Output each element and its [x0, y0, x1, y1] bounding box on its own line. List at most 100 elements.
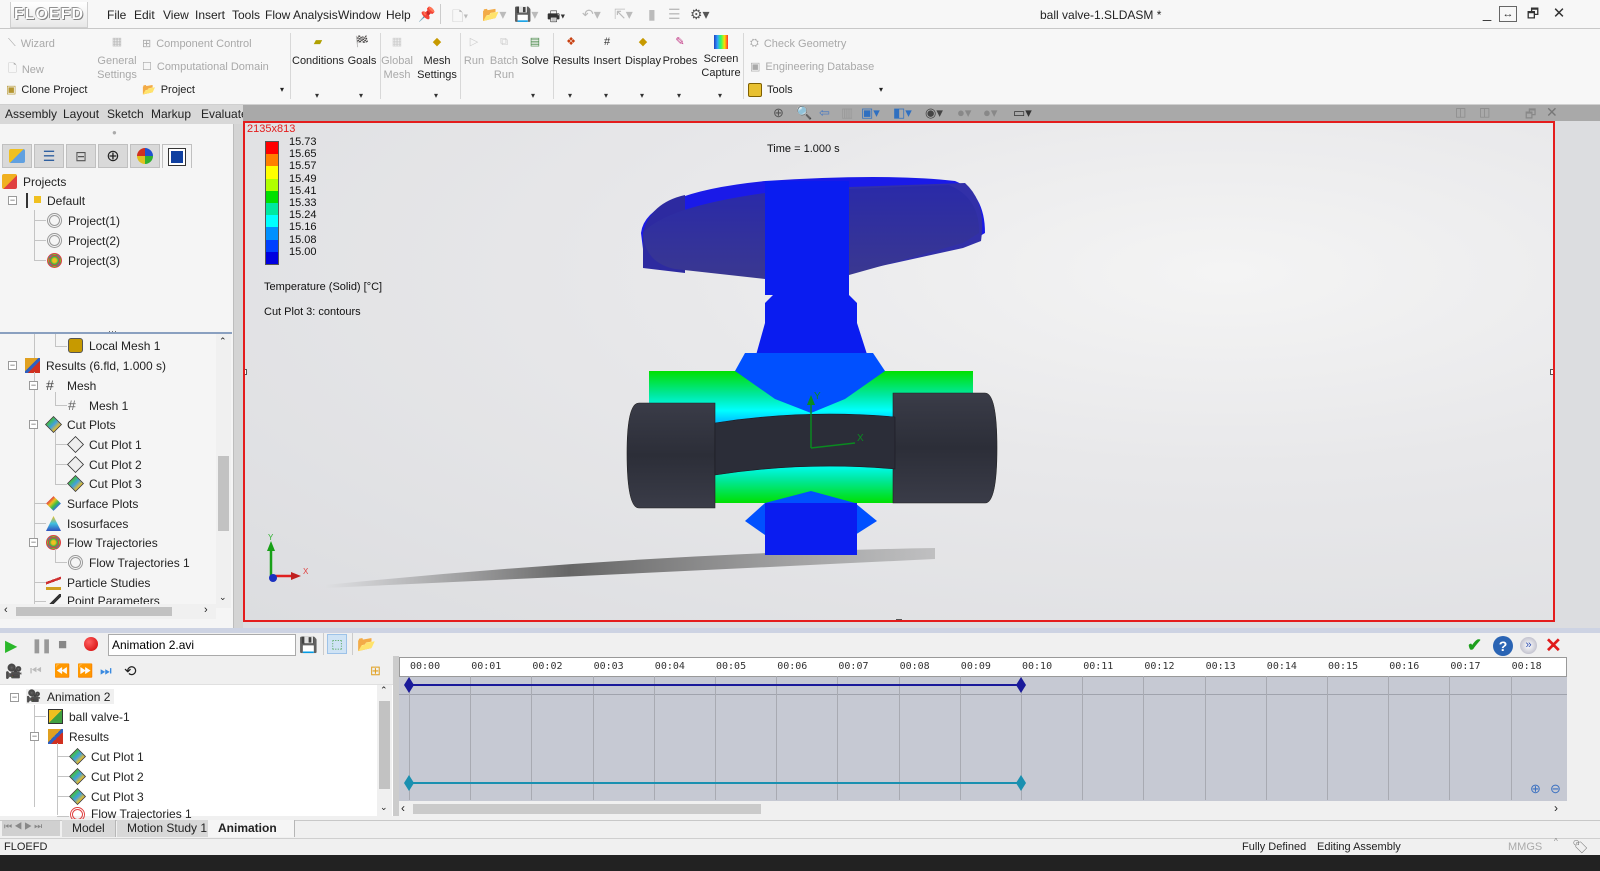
- animation-filename-input[interactable]: [108, 634, 296, 656]
- splitter-grip-icon[interactable]: ···: [108, 326, 117, 336]
- tab-property-manager[interactable]: ☰: [34, 144, 64, 168]
- probes-dropdown-icon[interactable]: ▾: [677, 91, 681, 100]
- batch-run-button[interactable]: ⧉ Batch Run: [488, 35, 520, 82]
- clone-project-button[interactable]: ▣ Clone Project: [6, 83, 87, 97]
- tab-markup[interactable]: Markup: [146, 105, 198, 124]
- panel-splitter[interactable]: [0, 628, 1600, 633]
- menu-help[interactable]: Help: [386, 8, 411, 22]
- units-dropdown-icon[interactable]: ^: [1554, 837, 1558, 846]
- viewport-resize-handle[interactable]: [245, 369, 247, 375]
- tree-item-default[interactable]: Default: [26, 193, 85, 208]
- solve-button[interactable]: ▤ Solve: [520, 35, 550, 68]
- expander-mesh[interactable]: −: [29, 381, 38, 390]
- tab-configuration-manager[interactable]: ⊟: [66, 144, 96, 168]
- display-dropdown-icon[interactable]: ▾: [640, 91, 644, 100]
- view-settings-icon[interactable]: ▭▾: [1013, 105, 1032, 121]
- apply-scene-icon[interactable]: ●▾: [983, 105, 997, 121]
- tab-sketch[interactable]: Sketch: [102, 105, 150, 124]
- menu-tools[interactable]: Tools: [232, 8, 260, 22]
- timeline-horizontal-scrollbar[interactable]: ‹ ›: [399, 801, 1567, 817]
- tree-item-cut-plot-2[interactable]: Cut Plot 2: [67, 456, 142, 473]
- pause-button[interactable]: ❚❚: [31, 637, 53, 654]
- tools-button[interactable]: Tools: [748, 83, 793, 97]
- tab-animation[interactable]: Animation: [208, 820, 295, 837]
- tab-assembly[interactable]: Assembly: [0, 105, 64, 124]
- tree-item-isosurfaces[interactable]: Isosurfaces: [46, 516, 128, 531]
- record-button[interactable]: [84, 637, 98, 651]
- display-style-icon[interactable]: ◧▾: [893, 105, 912, 121]
- tree-item-project-3[interactable]: Project(3): [47, 253, 120, 268]
- expander-animation-2[interactable]: −: [10, 693, 19, 702]
- scroll-left-arrow-icon[interactable]: ‹: [401, 801, 405, 815]
- scroll-up-arrow-icon[interactable]: ⌃: [219, 336, 227, 347]
- play-button[interactable]: ▶: [5, 636, 17, 656]
- insert-dropdown-icon[interactable]: ▾: [604, 91, 608, 100]
- app-logo[interactable]: FLOEFD: [10, 2, 88, 28]
- edit-appearance-icon[interactable]: ●▾: [957, 105, 971, 121]
- tree-item-mesh[interactable]: # Mesh: [46, 378, 96, 393]
- view-orientation-icon[interactable]: ▣▾: [861, 105, 880, 121]
- new-document-icon[interactable]: 🗋▾: [452, 6, 468, 24]
- scrollbar-thumb[interactable]: [16, 607, 172, 616]
- menu-view[interactable]: View: [163, 8, 189, 22]
- select-region-button[interactable]: ⬚: [327, 634, 347, 654]
- tree-item-cut-plots[interactable]: Cut Plots: [45, 416, 116, 433]
- tree-item-local-mesh-1[interactable]: Local Mesh 1: [68, 338, 160, 353]
- tree-item-results[interactable]: Results (6.fld, 1.000 s): [25, 358, 166, 373]
- goals-dropdown-icon[interactable]: ▾: [359, 91, 363, 100]
- zoom-to-fit-icon[interactable]: ⊕: [773, 105, 784, 121]
- goals-button[interactable]: 🏁 Goals: [346, 35, 378, 68]
- tree-item-cut-plot-1[interactable]: Cut Plot 1: [67, 436, 142, 453]
- screen-capture-button[interactable]: Screen Capture: [700, 35, 742, 80]
- tags-icon[interactable]: 🏷: [1572, 839, 1589, 855]
- scroll-down-arrow-icon[interactable]: ⌄: [219, 592, 227, 603]
- tab-layout[interactable]: Layout: [58, 105, 106, 124]
- ok-checkmark-button[interactable]: ✔: [1467, 635, 1482, 656]
- solve-dropdown-icon[interactable]: ▾: [531, 91, 535, 100]
- tab-model[interactable]: Model: [62, 820, 116, 837]
- pin-icon[interactable]: 📌: [418, 6, 435, 23]
- collapse-panel-button[interactable]: »: [1520, 637, 1537, 654]
- tile-windows-button[interactable]: ↔: [1499, 6, 1517, 22]
- tree-item-anim-cut-plot-3[interactable]: Cut Plot 3: [69, 788, 144, 805]
- previous-view-icon[interactable]: ⇦: [819, 105, 830, 121]
- run-button[interactable]: ▷ Run: [462, 35, 486, 68]
- tab-flow-analysis-tree[interactable]: [162, 144, 192, 168]
- cut-plot-track-bar[interactable]: [409, 782, 1021, 784]
- open-folder-icon[interactable]: 📂▾: [482, 6, 506, 24]
- restore-button[interactable]: 🗗: [1522, 4, 1544, 24]
- step-back-button[interactable]: ⏪: [54, 663, 70, 679]
- tree-item-animation-2[interactable]: 🎥 Animation 2: [26, 689, 115, 704]
- expander-cut-plots[interactable]: −: [29, 420, 38, 429]
- tree-item-anim-cut-plot-1[interactable]: Cut Plot 1: [69, 748, 144, 765]
- tree-item-project-2[interactable]: Project(2): [47, 233, 120, 248]
- scrollbar-thumb[interactable]: [413, 804, 761, 814]
- tab-motion-study-1[interactable]: Motion Study 1: [117, 820, 219, 837]
- computational-domain-button[interactable]: ☐ Computational Domain: [142, 60, 269, 74]
- scroll-right-arrow-icon[interactable]: ›: [204, 604, 208, 616]
- timeline-zoom-out-button[interactable]: ⊖: [1550, 781, 1561, 797]
- section-view-icon[interactable]: ▥: [841, 105, 853, 121]
- scrollbar-thumb[interactable]: [379, 701, 390, 789]
- timeline-zoom-in-button[interactable]: ⊕: [1530, 781, 1541, 797]
- menu-file[interactable]: File: [107, 8, 126, 22]
- menu-insert[interactable]: Insert: [195, 8, 225, 22]
- rebuild-icon[interactable]: ▮: [648, 6, 656, 24]
- probes-button[interactable]: ✎ Probes: [662, 35, 698, 68]
- menu-flow-analysis[interactable]: Flow Analysis: [265, 8, 338, 22]
- loop-playback-button[interactable]: ⟲: [124, 662, 137, 680]
- tools-dropdown-icon[interactable]: ▾: [879, 85, 883, 94]
- insert-button[interactable]: # Insert: [592, 35, 622, 68]
- expander-default[interactable]: −: [8, 196, 17, 205]
- master-track-bar[interactable]: [409, 684, 1021, 686]
- ball-valve-model[interactable]: Y X Y X: [245, 123, 1555, 622]
- scroll-left-arrow-icon[interactable]: ‹: [4, 604, 8, 616]
- tree-item-anim-results[interactable]: Results: [48, 729, 109, 744]
- expander-results[interactable]: −: [8, 361, 17, 370]
- results-dropdown-icon[interactable]: ▾: [568, 91, 572, 100]
- scrollbar-thumb[interactable]: [218, 456, 229, 531]
- stop-button[interactable]: ■: [58, 636, 67, 653]
- select-cursor-icon[interactable]: ⇱▾: [614, 6, 633, 24]
- dropdown-arrow-icon[interactable]: ▾: [280, 85, 284, 94]
- conditions-button[interactable]: ▰ Conditions: [292, 35, 344, 68]
